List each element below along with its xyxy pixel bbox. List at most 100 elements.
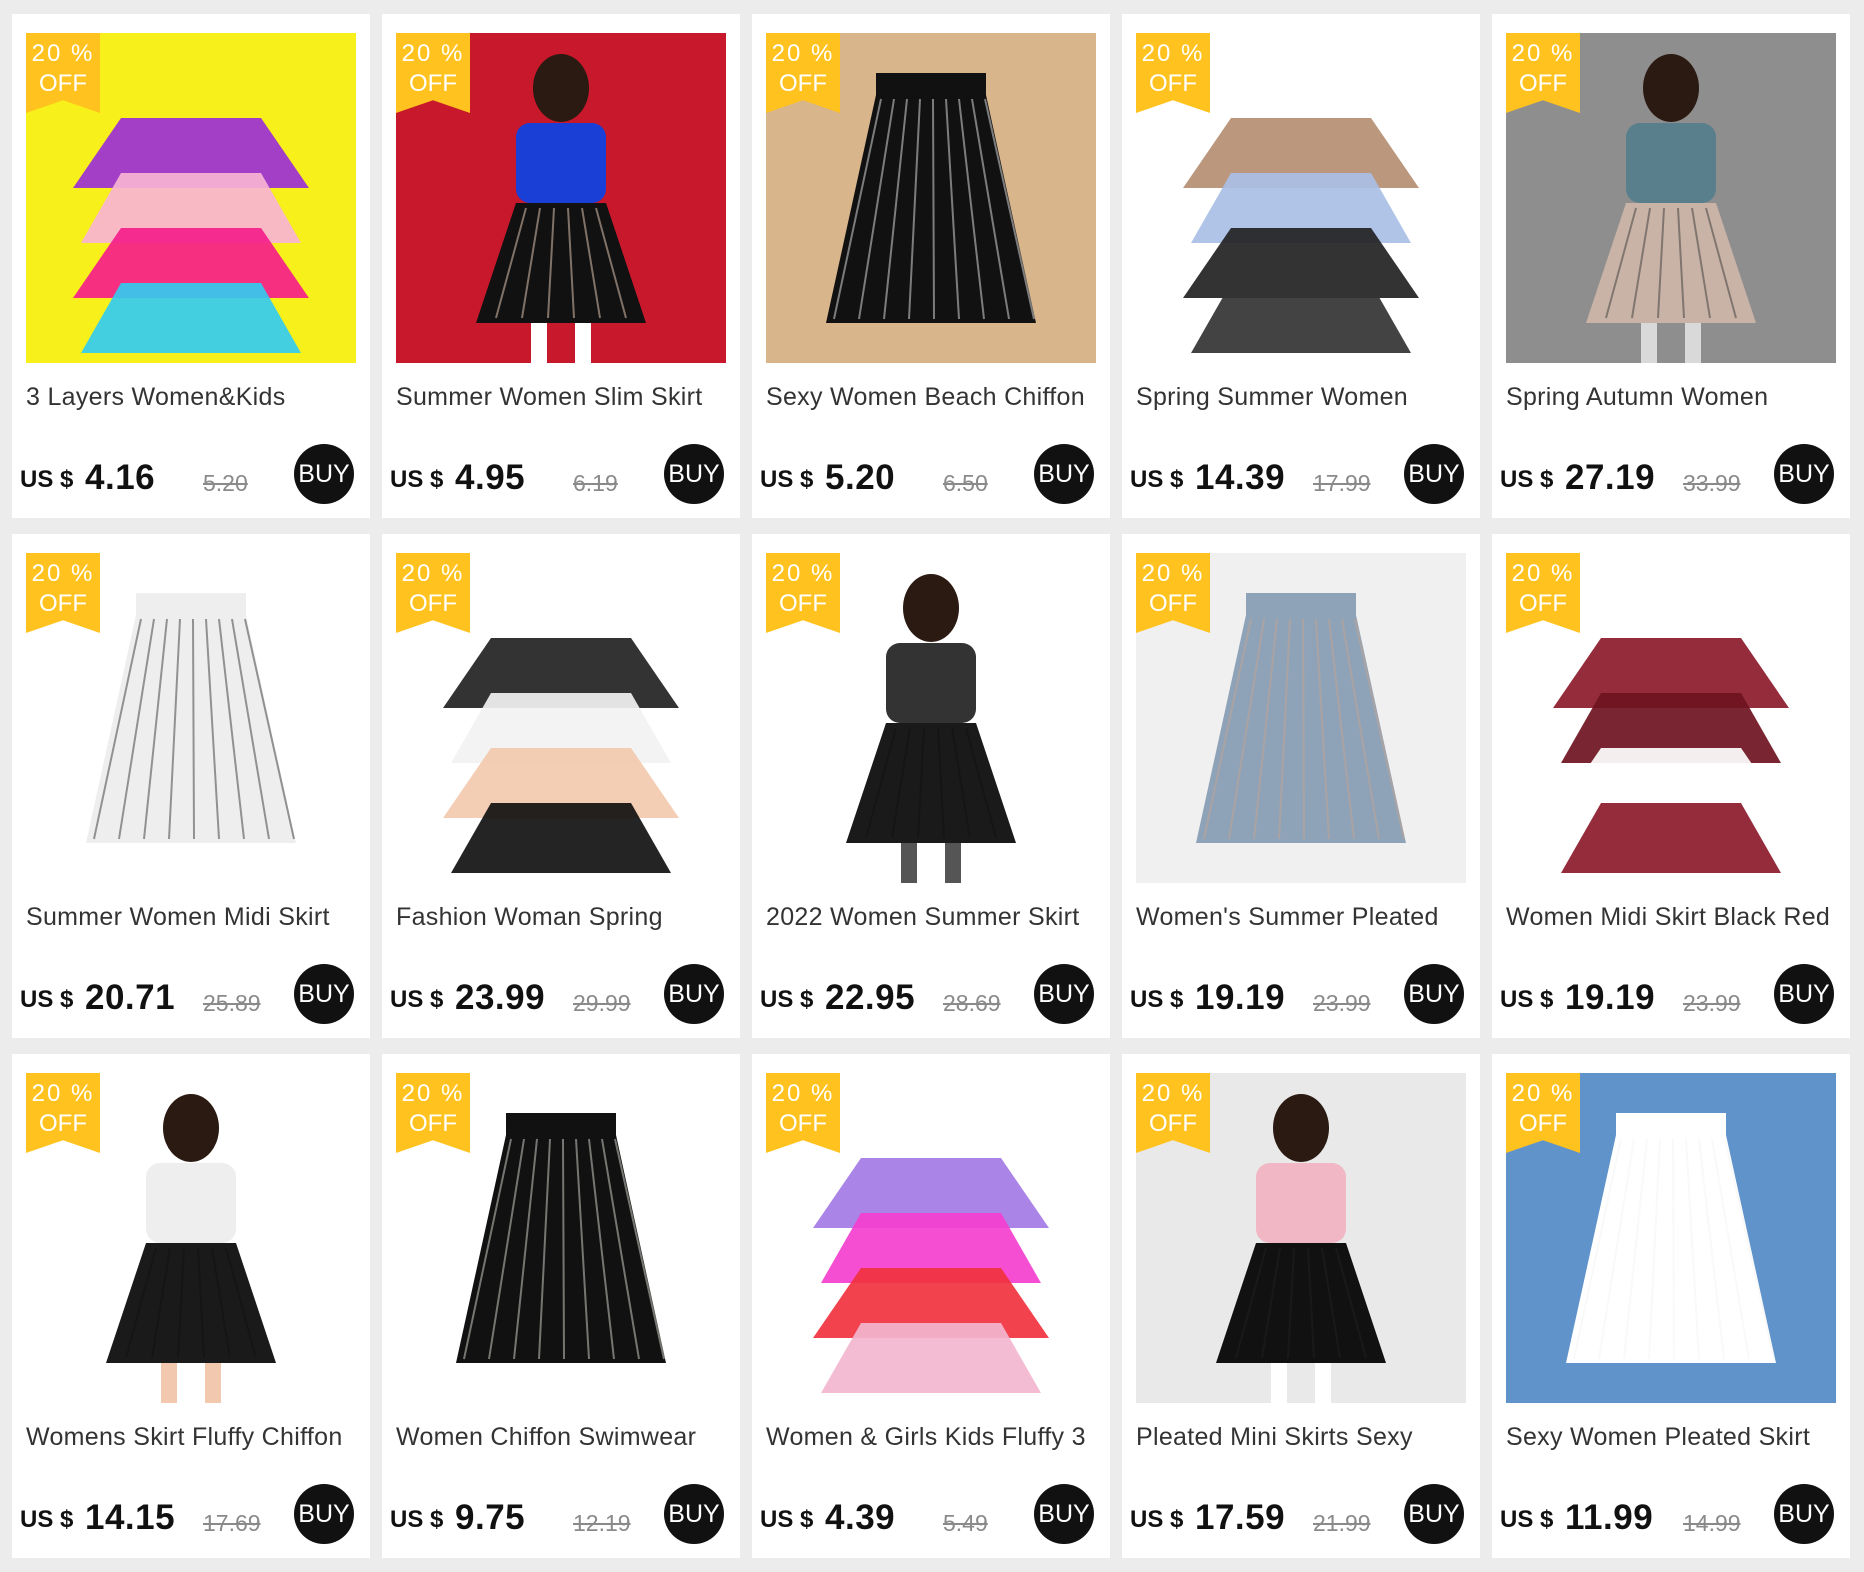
sale-price: 20.71 (85, 978, 176, 1017)
price-row: US $ 4.95 6.19 BUY (390, 444, 732, 504)
currency-label: US $ (1500, 466, 1554, 493)
original-price: 5.49 (943, 1510, 988, 1536)
buy-button[interactable]: BUY (1404, 444, 1464, 504)
product-title[interactable]: Spring Autumn Women (1506, 383, 1842, 412)
discount-off-label: OFF (409, 590, 457, 617)
sale-price: 22.95 (825, 978, 916, 1017)
discount-percent: 20 % (401, 40, 465, 67)
price-row: US $ 11.99 14.99 BUY (1500, 1484, 1842, 1544)
product-title[interactable]: Women Chiffon Swimwear (396, 1423, 732, 1452)
buy-button[interactable]: BUY (1774, 964, 1834, 1024)
currency-label: US $ (1130, 1506, 1184, 1533)
discount-off-label: OFF (779, 590, 827, 617)
product-card[interactable]: 20 % OFF Pleated Mini Skirts Sexy US $ 1… (1122, 1054, 1480, 1558)
buy-button[interactable]: BUY (1404, 964, 1464, 1024)
discount-percent: 20 % (771, 40, 835, 67)
currency-label: US $ (20, 986, 74, 1013)
original-price: 6.19 (573, 470, 618, 496)
price-row: US $ 17.59 21.99 BUY (1130, 1484, 1472, 1544)
product-card[interactable]: 20 % OFF Women Midi Skirt Black Red US $… (1492, 534, 1850, 1038)
product-card[interactable]: 20 % OFF Sexy Women Pleated Skirt US $ 1… (1492, 1054, 1850, 1558)
price-row: US $ 22.95 28.69 BUY (760, 964, 1102, 1024)
product-title[interactable]: Summer Women Slim Skirt (396, 383, 732, 412)
buy-button[interactable]: BUY (1404, 1484, 1464, 1544)
product-card[interactable]: 20 % OFF Women Chiffon Swimwear US $ 9.7… (382, 1054, 740, 1558)
original-price: 14.99 (1683, 1510, 1741, 1536)
sale-price: 5.20 (825, 458, 896, 497)
product-title[interactable]: 2022 Women Summer Skirt (766, 903, 1102, 932)
product-title[interactable]: Womens Skirt Fluffy Chiffon (26, 1423, 362, 1452)
product-title[interactable]: Sexy Women Pleated Skirt (1506, 1423, 1842, 1452)
buy-button[interactable]: BUY (1774, 1484, 1834, 1544)
original-price: 29.99 (573, 990, 631, 1016)
sale-price: 4.16 (85, 458, 156, 497)
discount-off-label: OFF (409, 1110, 457, 1137)
currency-label: US $ (390, 1506, 444, 1533)
buy-button[interactable]: BUY (1034, 964, 1094, 1024)
discount-off-label: OFF (39, 590, 87, 617)
price-row: US $ 20.71 25.89 BUY (20, 964, 362, 1024)
discount-percent: 20 % (1511, 40, 1575, 67)
product-title[interactable]: Women's Summer Pleated (1136, 903, 1472, 932)
product-card[interactable]: 20 % OFF Summer Women Slim Skirt US $ 4.… (382, 14, 740, 518)
product-grid: 20 % OFF 3 Layers Women&Kids US $ 4.16 5… (0, 0, 1864, 1572)
discount-percent: 20 % (31, 560, 95, 587)
buy-button[interactable]: BUY (1034, 444, 1094, 504)
original-price: 17.69 (203, 1510, 261, 1536)
product-card[interactable]: 20 % OFF Summer Women Midi Skirt US $ 20… (12, 534, 370, 1038)
product-title[interactable]: Women Midi Skirt Black Red (1506, 903, 1842, 932)
discount-percent: 20 % (1511, 1080, 1575, 1107)
sale-price: 14.39 (1195, 458, 1286, 497)
currency-label: US $ (760, 1506, 814, 1533)
discount-off-label: OFF (1149, 1110, 1197, 1137)
original-price: 28.69 (943, 990, 1001, 1016)
price-row: US $ 4.16 5.20 BUY (20, 444, 362, 504)
sale-price: 17.59 (1195, 1498, 1286, 1537)
discount-off-label: OFF (1519, 70, 1567, 97)
price-row: US $ 27.19 33.99 BUY (1500, 444, 1842, 504)
discount-percent: 20 % (771, 1080, 835, 1107)
buy-button[interactable]: BUY (294, 444, 354, 504)
sale-price: 14.15 (85, 1498, 176, 1537)
currency-label: US $ (1130, 986, 1184, 1013)
product-title[interactable]: Women & Girls Kids Fluffy 3 (766, 1423, 1102, 1452)
original-price: 21.99 (1313, 1510, 1371, 1536)
original-price: 23.99 (1313, 990, 1371, 1016)
currency-label: US $ (760, 466, 814, 493)
buy-button[interactable]: BUY (1774, 444, 1834, 504)
product-card[interactable]: 20 % OFF Fashion Woman Spring US $ 23.99… (382, 534, 740, 1038)
product-title[interactable]: Pleated Mini Skirts Sexy (1136, 1423, 1472, 1452)
product-card[interactable]: 20 % OFF Womens Skirt Fluffy Chiffon US … (12, 1054, 370, 1558)
product-title[interactable]: Sexy Women Beach Chiffon (766, 383, 1102, 412)
original-price: 5.20 (203, 470, 248, 496)
sale-price: 4.39 (825, 1498, 896, 1537)
buy-button[interactable]: BUY (1034, 1484, 1094, 1544)
buy-button[interactable]: BUY (294, 1484, 354, 1544)
buy-button[interactable]: BUY (664, 1484, 724, 1544)
discount-off-label: OFF (1149, 590, 1197, 617)
product-title[interactable]: Fashion Woman Spring (396, 903, 732, 932)
buy-button[interactable]: BUY (664, 444, 724, 504)
product-card[interactable]: 20 % OFF Women's Summer Pleated US $ 19.… (1122, 534, 1480, 1038)
product-card[interactable]: 20 % OFF Spring Autumn Women US $ 27.19 … (1492, 14, 1850, 518)
original-price: 25.89 (203, 990, 261, 1016)
price-row: US $ 5.20 6.50 BUY (760, 444, 1102, 504)
product-title[interactable]: Summer Women Midi Skirt (26, 903, 362, 932)
buy-button[interactable]: BUY (294, 964, 354, 1024)
product-card[interactable]: 20 % OFF 2022 Women Summer Skirt US $ 22… (752, 534, 1110, 1038)
price-row: US $ 4.39 5.49 BUY (760, 1484, 1102, 1544)
original-price: 6.50 (943, 470, 988, 496)
buy-button[interactable]: BUY (664, 964, 724, 1024)
product-card[interactable]: 20 % OFF Sexy Women Beach Chiffon US $ 5… (752, 14, 1110, 518)
discount-off-label: OFF (1149, 70, 1197, 97)
discount-off-label: OFF (779, 1110, 827, 1137)
original-price: 23.99 (1683, 990, 1741, 1016)
product-title[interactable]: 3 Layers Women&Kids (26, 383, 362, 412)
original-price: 17.99 (1313, 470, 1371, 496)
product-title[interactable]: Spring Summer Women (1136, 383, 1472, 412)
product-card[interactable]: 20 % OFF 3 Layers Women&Kids US $ 4.16 5… (12, 14, 370, 518)
discount-percent: 20 % (771, 560, 835, 587)
discount-percent: 20 % (1141, 40, 1205, 67)
product-card[interactable]: 20 % OFF Women & Girls Kids Fluffy 3 US … (752, 1054, 1110, 1558)
product-card[interactable]: 20 % OFF Spring Summer Women US $ 14.39 … (1122, 14, 1480, 518)
